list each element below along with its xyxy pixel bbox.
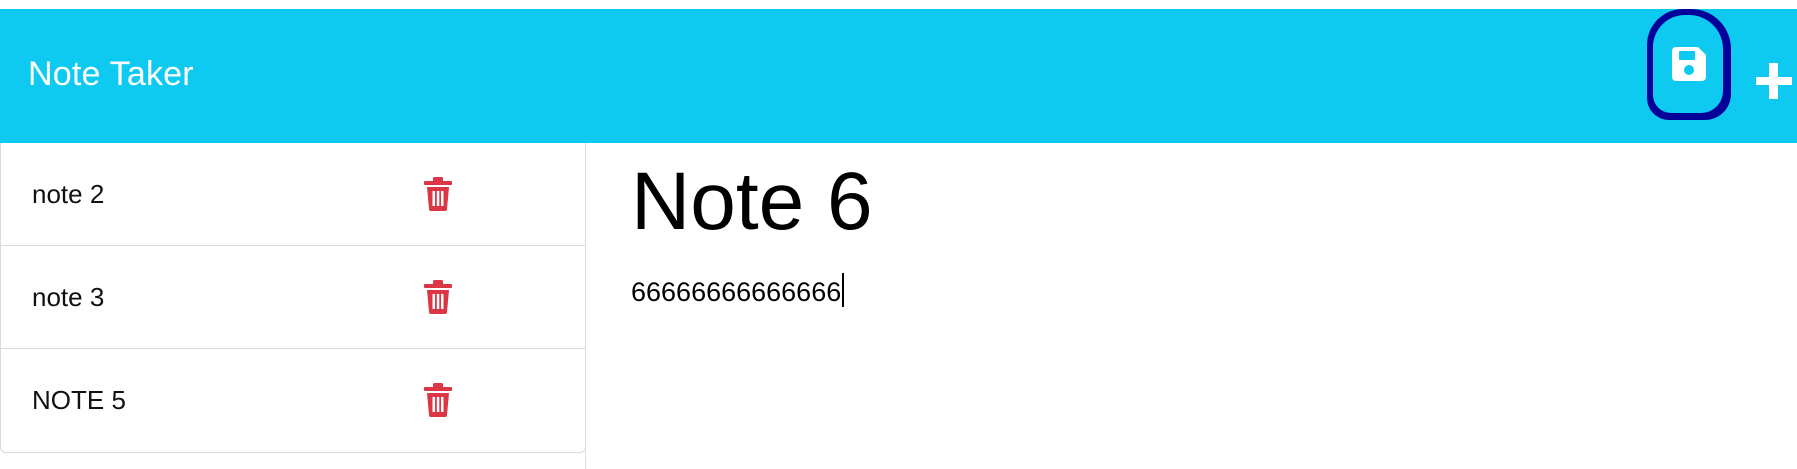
- note-body-text: 66666666666666: [631, 277, 842, 307]
- note-item-title: note 3: [32, 282, 105, 312]
- text-caret: [842, 273, 845, 307]
- trash-icon[interactable]: [424, 280, 452, 314]
- note-editor: Note 6 66666666666666: [586, 143, 1797, 469]
- trash-icon[interactable]: [424, 177, 452, 211]
- list-item[interactable]: note 2: [1, 143, 585, 246]
- note-title-text: Note 6: [631, 156, 873, 247]
- trash-icon[interactable]: [424, 383, 452, 417]
- notes-sidebar: note 2 note 3 NOTE 5: [0, 143, 586, 469]
- list-item[interactable]: note 3: [1, 246, 585, 349]
- save-icon: [1672, 47, 1706, 81]
- navbar: Note Taker: [0, 9, 1797, 143]
- app-title[interactable]: Note Taker: [28, 57, 194, 91]
- note-item-title: NOTE 5: [32, 385, 126, 415]
- save-note-button[interactable]: [1647, 9, 1731, 120]
- note-title-input[interactable]: Note 6: [631, 161, 873, 243]
- plus-icon: [1756, 63, 1792, 99]
- window-top-edge: [0, 0, 1797, 9]
- new-note-button[interactable]: [1755, 53, 1797, 109]
- note-body-textarea[interactable]: 66666666666666: [631, 273, 845, 307]
- note-list: note 2 note 3 NOTE 5: [0, 143, 586, 453]
- list-item[interactable]: NOTE 5: [1, 349, 585, 452]
- note-item-title: note 2: [32, 179, 105, 209]
